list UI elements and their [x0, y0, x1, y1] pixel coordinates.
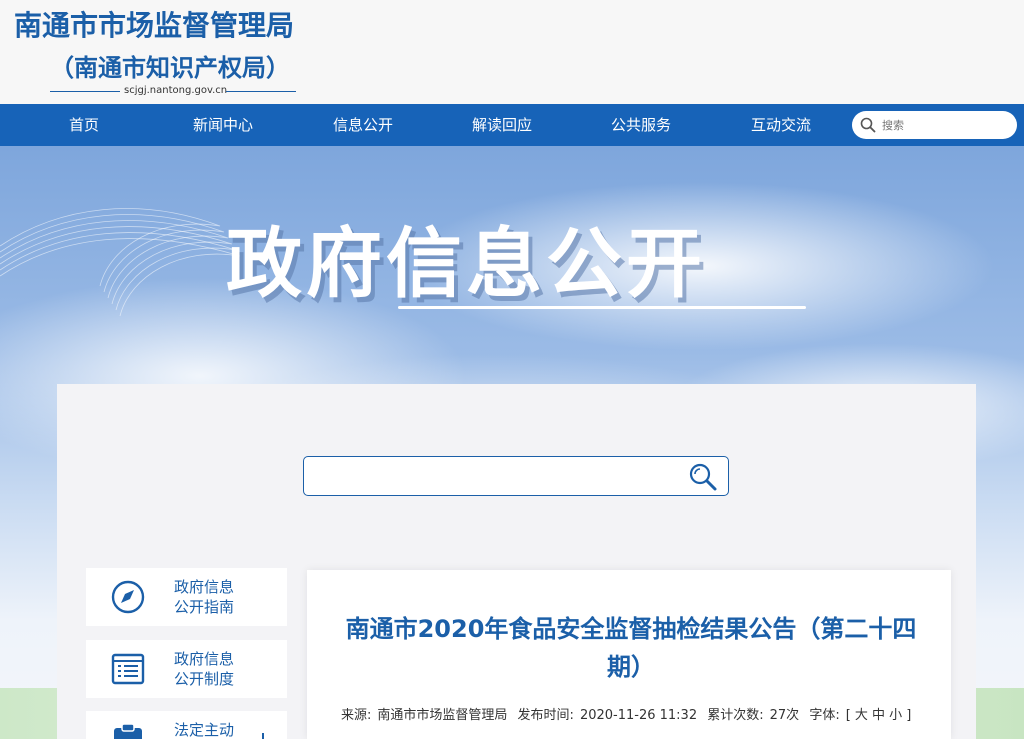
nav-search-input[interactable] [882, 115, 1008, 135]
label-line: 法定主动 [174, 721, 235, 739]
sidebar-item-label: 法定主动 [174, 720, 274, 739]
label-line: 政府信息 [174, 650, 235, 668]
meta-source-label: 来源: [341, 708, 372, 723]
article-meta: 来源: 南通市市场监督管理局 发布时间: 2020-11-26 11:32 累计次数… [341, 704, 917, 723]
meta-date: 2020-11-26 11:32 [579, 708, 698, 723]
site-header: 南通市市场监督管理局 （南通市知识产权局） scjgj.nantong.gov.… [0, 0, 1024, 104]
nav-item-news[interactable]: 新闻中心 [173, 104, 273, 146]
site-subtitle: （南通市知识产权局） [50, 54, 290, 82]
banner-underline [398, 306, 806, 309]
site-domain-row: scjgj.nantong.gov.cn [50, 84, 296, 98]
sidebar-item-disclosure-rules[interactable]: 政府信息 公开制度 [86, 640, 287, 698]
compass-icon [111, 580, 145, 614]
meta-source: 南通市市场监督管理局 [377, 708, 508, 723]
nav-item-interpretation[interactable]: 解读回应 [452, 104, 552, 146]
meta-views-label: 累计次数: [707, 708, 764, 723]
info-search-box[interactable] [303, 456, 729, 496]
nav-item-info-disclosure[interactable]: 信息公开 [313, 104, 413, 146]
site-title[interactable]: 南通市市场监督管理局 [14, 4, 294, 44]
label-line: 公开指南 [174, 598, 235, 616]
sidebar-item-label: 政府信息 公开指南 [174, 577, 274, 617]
sidebar-item-disclosure-guide[interactable]: 政府信息 公开指南 [86, 568, 287, 626]
meta-date-label: 发布时间: [517, 708, 574, 723]
nav-item-public-service[interactable]: 公共服务 [591, 104, 691, 146]
label-line: 政府信息 [174, 578, 235, 596]
meta-font-label: 字体: [809, 708, 840, 723]
site-domain: scjgj.nantong.gov.cn [124, 85, 228, 96]
banner-title: 政府信息公开 [226, 219, 706, 308]
sidebar-item-label: 政府信息 公开制度 [174, 649, 274, 689]
info-search-input[interactable] [314, 465, 674, 487]
divider-right [226, 91, 296, 92]
clipboard-icon [114, 723, 142, 739]
main-nav: 首页 新闻中心 信息公开 解读回应 公共服务 互动交流 [0, 104, 1024, 146]
sidebar-item-statutory[interactable]: 法定主动 [86, 711, 287, 739]
article-card: 南通市2020年食品安全监督抽检结果公告（第二十四期） 来源: 南通市市场监督管理… [307, 570, 951, 739]
nav-item-interaction[interactable]: 互动交流 [731, 104, 831, 146]
search-icon[interactable] [688, 462, 718, 492]
nav-search-box[interactable] [852, 111, 1017, 139]
article-title: 南通市2020年食品安全监督抽检结果公告（第二十四期） [345, 615, 917, 681]
meta-views: 27次 [769, 708, 800, 723]
divider-left [50, 91, 120, 92]
font-size-switcher[interactable]: [ 大 中 小 ] [846, 708, 912, 723]
sidebar-marker [262, 733, 264, 739]
list-doc-icon [111, 653, 145, 685]
search-icon[interactable] [860, 117, 876, 133]
nav-item-home[interactable]: 首页 [34, 104, 134, 146]
label-line: 公开制度 [174, 670, 235, 688]
